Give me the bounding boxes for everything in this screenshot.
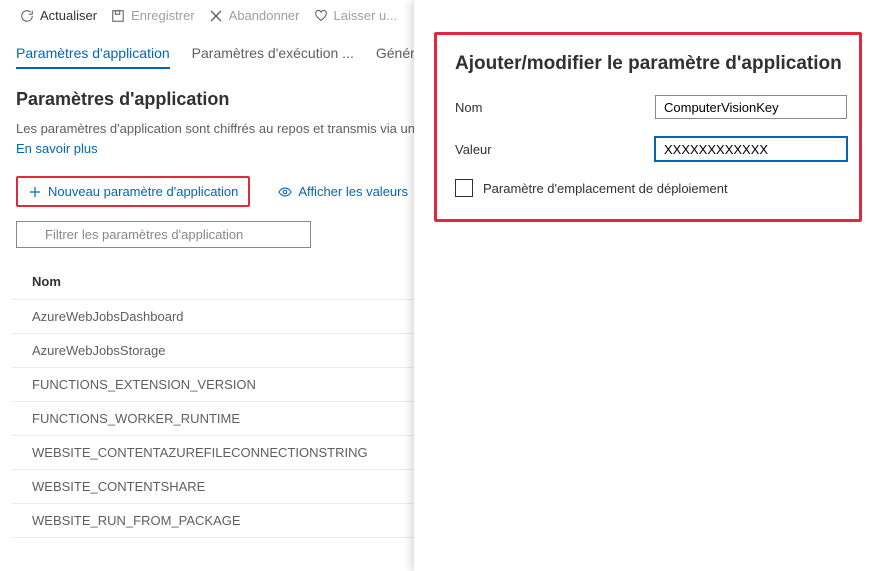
form-row-name: Nom (455, 95, 847, 119)
learn-more-link[interactable]: En savoir plus (16, 140, 98, 158)
show-values-label: Afficher les valeurs (298, 184, 408, 199)
save-icon (111, 9, 125, 23)
name-input[interactable] (655, 95, 847, 119)
panel-title: Ajouter/modifier le paramètre d'applicat… (455, 53, 847, 75)
name-label: Nom (455, 100, 655, 115)
deploy-slot-label: Paramètre d'emplacement de déploiement (483, 181, 728, 196)
tab-exec-params[interactable]: Paramètres d'exécution ... (192, 45, 354, 69)
edit-setting-panel: Ajouter/modifier le paramètre d'applicat… (414, 0, 872, 571)
refresh-icon (20, 9, 34, 23)
refresh-button[interactable]: Actualiser (20, 8, 97, 23)
deploy-slot-row: Paramètre d'emplacement de déploiement (455, 179, 847, 197)
save-label: Enregistrer (131, 8, 195, 23)
discard-button[interactable]: Abandonner (209, 8, 300, 23)
feedback-button[interactable]: Laisser u... (314, 8, 398, 23)
value-label: Valeur (455, 142, 655, 157)
new-app-setting-button[interactable]: Nouveau paramètre d'application (16, 176, 250, 207)
plus-icon (28, 185, 42, 199)
filter-input[interactable] (16, 221, 311, 248)
form-row-value: Valeur (455, 137, 847, 161)
tab-app-settings[interactable]: Paramètres d'application (16, 45, 170, 69)
save-button[interactable]: Enregistrer (111, 8, 195, 23)
show-values-button[interactable]: Afficher les valeurs (268, 178, 418, 205)
heart-icon (314, 9, 328, 23)
close-icon (209, 9, 223, 23)
eye-icon (278, 185, 292, 199)
description-text: Les paramètres d'application sont chiffr… (16, 121, 415, 136)
deploy-slot-checkbox[interactable] (455, 179, 473, 197)
value-input[interactable] (655, 137, 847, 161)
discard-label: Abandonner (229, 8, 300, 23)
new-app-setting-label: Nouveau paramètre d'application (48, 184, 238, 199)
feedback-label: Laisser u... (334, 8, 398, 23)
panel-highlight: Ajouter/modifier le paramètre d'applicat… (434, 32, 862, 222)
refresh-label: Actualiser (40, 8, 97, 23)
